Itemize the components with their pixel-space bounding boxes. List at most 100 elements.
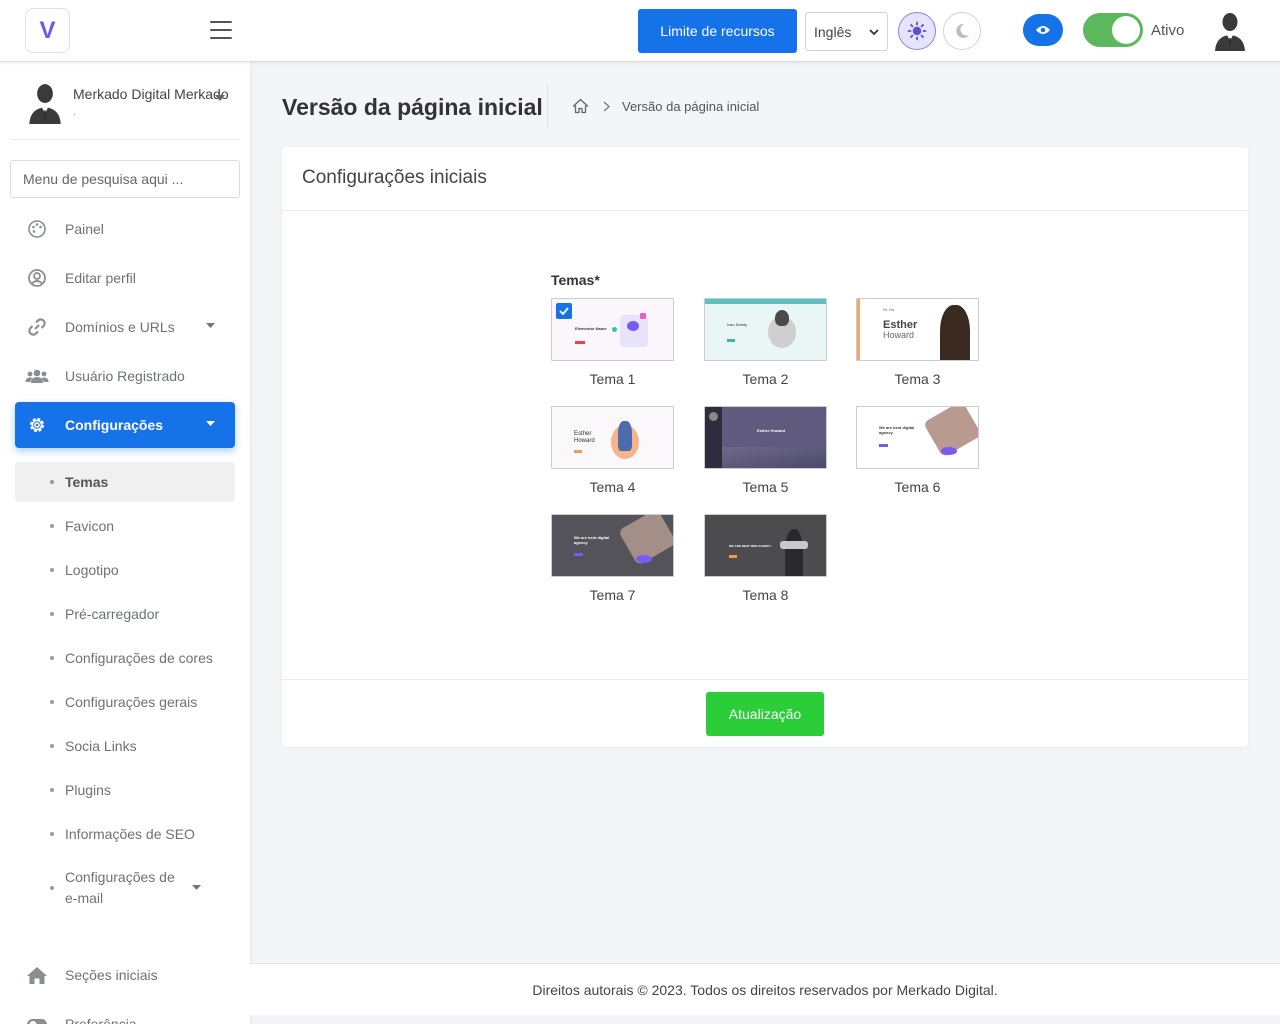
gear-icon bbox=[25, 413, 49, 437]
caret-down-icon bbox=[215, 95, 225, 101]
chevron-right-icon bbox=[603, 101, 610, 111]
update-button[interactable]: Atualização bbox=[706, 692, 824, 736]
sidebar-item-painel[interactable]: Painel bbox=[15, 206, 235, 252]
sidebar-user-name: Merkado Digital Merkado bbox=[73, 86, 229, 102]
sidebar-item-label: Painel bbox=[65, 221, 104, 237]
sidebar-item-home-sections[interactable]: Seções iniciais bbox=[15, 952, 235, 998]
sidebar-subitem-favicon[interactable]: Favicon bbox=[15, 506, 235, 546]
user-circle-icon bbox=[25, 266, 49, 290]
thumb-text: Howard bbox=[883, 330, 915, 340]
language-select[interactable]: Inglês bbox=[805, 12, 888, 51]
sidebar-subitem-label: Logotipo bbox=[65, 561, 119, 578]
theme-thumbnail: Esther Howard bbox=[704, 406, 827, 469]
thumb-text: Esther Howard bbox=[757, 428, 786, 433]
link-icon bbox=[25, 315, 49, 339]
theme-option-8[interactable]: WE ARE BEST WEB AGENCY Tema 8 bbox=[704, 514, 827, 603]
sidebar-subitem-label: Informações de SEO bbox=[65, 825, 195, 842]
eye-icon bbox=[1036, 26, 1050, 34]
sidebar-subitem-email-settings[interactable]: Configurações de e-mail bbox=[15, 865, 235, 911]
sidebar-item-edit-profile[interactable]: Editar perfil bbox=[15, 255, 235, 301]
home-icon bbox=[25, 963, 49, 987]
home-icon[interactable] bbox=[572, 98, 589, 114]
title-divider bbox=[547, 84, 548, 128]
breadcrumb: Versão da página inicial bbox=[572, 98, 759, 114]
user-silhouette-icon bbox=[1215, 13, 1245, 51]
preview-site-button[interactable] bbox=[1023, 14, 1063, 46]
theme-option-6[interactable]: We are best digital agency Tema 6 bbox=[856, 406, 979, 495]
sidebar-item-preferences[interactable]: Preferência bbox=[15, 1001, 235, 1024]
caret-down-icon bbox=[206, 323, 215, 328]
theme-option-4[interactable]: Esther Howard Tema 4 bbox=[551, 406, 674, 495]
theme-name: Tema 3 bbox=[894, 371, 941, 387]
sidebar-subitem-label: Pré-carregador bbox=[65, 605, 160, 622]
sidebar-item-domains[interactable]: Domínios e URLs bbox=[15, 304, 235, 350]
thumb-text: We are best digital agency bbox=[879, 425, 915, 435]
card-title: Configurações iniciais bbox=[282, 147, 1248, 211]
thumb-text: Hi, I'm bbox=[883, 307, 895, 312]
sidebar-subitem-themes[interactable]: Temas bbox=[15, 462, 235, 502]
themes-label: Temas* bbox=[551, 272, 600, 288]
sidebar-subitem-label: Configurações de cores bbox=[65, 649, 213, 666]
sidebar-subitem-preloader[interactable]: Pré-carregador bbox=[15, 594, 235, 634]
status-toggle[interactable] bbox=[1083, 13, 1143, 47]
settings-card: Configurações iniciais Temas* Elementor … bbox=[282, 147, 1248, 747]
sidebar-search-input[interactable] bbox=[10, 160, 240, 198]
sidebar-subitem-plugins[interactable]: Plugins bbox=[15, 770, 235, 810]
top-bar: V Limite de recursos Inglês Ativo bbox=[0, 0, 1280, 62]
theme-option-3[interactable]: Hi, I'm Esther Howard Tema 3 bbox=[856, 298, 979, 387]
theme-option-7[interactable]: We are best digital agency Tema 7 bbox=[551, 514, 674, 603]
caret-down-icon bbox=[206, 421, 215, 426]
menu-toggle-icon[interactable] bbox=[210, 21, 232, 39]
status-label: Ativo bbox=[1151, 22, 1185, 39]
user-silhouette-icon bbox=[29, 84, 61, 124]
sidebar-user-avatar bbox=[24, 82, 66, 124]
light-mode-button[interactable] bbox=[898, 12, 936, 50]
moon-icon bbox=[956, 23, 969, 38]
sidebar-item-label: Configurações bbox=[65, 417, 164, 433]
theme-option-5[interactable]: Esther Howard Tema 5 bbox=[704, 406, 827, 495]
theme-thumbnail: Hi, I'm Esther Howard bbox=[856, 298, 979, 361]
theme-name: Tema 6 bbox=[894, 479, 941, 495]
chevron-down-icon bbox=[869, 28, 879, 35]
caret-down-icon bbox=[192, 885, 201, 890]
sidebar-subitem-color-settings[interactable]: Configurações de cores bbox=[15, 638, 235, 678]
sidebar-subitem-logo[interactable]: Logotipo bbox=[15, 550, 235, 590]
app-logo[interactable]: V bbox=[25, 8, 70, 53]
sidebar-subitem-label: Socia Links bbox=[65, 737, 137, 754]
sidebar-item-settings[interactable]: Configurações bbox=[15, 402, 235, 448]
thumb-text: Howard bbox=[574, 438, 595, 444]
sidebar-subitem-label: Temas bbox=[65, 473, 109, 490]
users-icon bbox=[25, 364, 49, 388]
sidebar-user-role: . bbox=[73, 106, 77, 118]
sidebar-subitem-seo[interactable]: Informações de SEO bbox=[15, 814, 235, 854]
page-title: Versão da página inicial bbox=[282, 94, 543, 120]
sidebar-subitem-general-settings[interactable]: Configurações gerais bbox=[15, 682, 235, 722]
sidebar-item-label: Domínios e URLs bbox=[65, 319, 175, 335]
sidebar-subitem-social-links[interactable]: Socia Links bbox=[15, 726, 235, 766]
copyright-text: Direitos autorais © 2023. Todos os direi… bbox=[532, 981, 998, 998]
theme-name: Tema 7 bbox=[589, 587, 636, 603]
sidebar-user-box[interactable]: Merkado Digital Merkado . bbox=[10, 62, 240, 140]
sidebar-subitem-label: Configurações de e-mail bbox=[65, 869, 175, 906]
thumb-text: Elementor Name bbox=[575, 326, 607, 331]
sidebar-item-label: Preferência bbox=[65, 1016, 137, 1024]
theme-thumbnail: WE ARE BEST WEB AGENCY bbox=[704, 514, 827, 577]
selected-check-icon bbox=[556, 303, 572, 319]
theme-option-2[interactable]: Ivan Sandy Tema 2 bbox=[704, 298, 827, 387]
theme-thumbnail: Ivan Sandy bbox=[704, 298, 827, 361]
thumb-text: Ivan Sandy bbox=[727, 322, 748, 327]
sidebar-item-registered-users[interactable]: Usuário Registrado bbox=[15, 353, 235, 399]
palette-icon bbox=[25, 217, 49, 241]
thumb-text: We are best digital agency bbox=[574, 535, 610, 545]
sidebar-subitem-label: Favicon bbox=[65, 517, 115, 534]
user-avatar[interactable] bbox=[1212, 11, 1248, 51]
resource-limit-button[interactable]: Limite de recursos bbox=[638, 9, 797, 53]
sidebar-item-label: Seções iniciais bbox=[65, 967, 158, 983]
theme-thumbnail: Esther Howard bbox=[551, 406, 674, 469]
dark-mode-button[interactable] bbox=[943, 12, 981, 50]
logo-letter: V bbox=[39, 16, 56, 44]
theme-option-1[interactable]: Elementor Name Tema 1 bbox=[551, 298, 674, 387]
thumb-text: WE ARE BEST WEB AGENCY bbox=[729, 544, 772, 548]
theme-name: Tema 4 bbox=[589, 479, 636, 495]
theme-thumbnail: Elementor Name bbox=[551, 298, 674, 361]
